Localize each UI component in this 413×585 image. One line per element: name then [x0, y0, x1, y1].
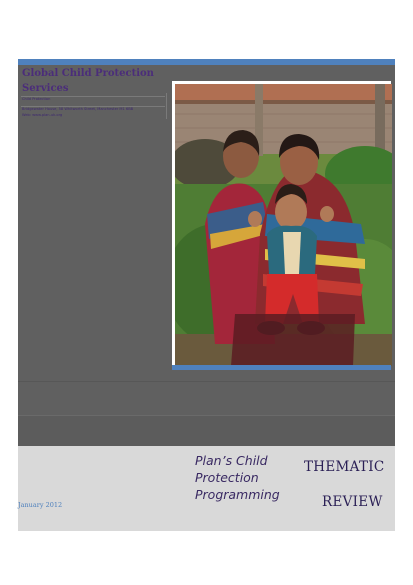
report-cover: Global Child Protection Services Child P…	[18, 59, 395, 531]
gray-band	[18, 381, 395, 416]
publication-date: January 2012	[18, 501, 63, 509]
contact-address: Bridgewater House, 58 Whitworth Street, …	[22, 107, 134, 111]
organization-name: Global Child Protection Services	[22, 68, 154, 94]
title-block: January 2012 Plan’s Child Protection Pro…	[18, 446, 395, 531]
photo-panel	[170, 65, 395, 381]
gray-band	[18, 415, 395, 447]
photo-accent-bar	[172, 365, 391, 370]
review-label: REVIEW	[322, 494, 383, 510]
family-photo-illustration	[175, 84, 392, 366]
contact-line: Child Protection	[22, 97, 51, 101]
program-title: Plan’s Child Protection Programming	[195, 453, 280, 502]
cover-photo	[175, 84, 392, 366]
left-info-panel: Global Child Protection Services Child P…	[18, 65, 170, 381]
divider-vertical	[166, 93, 167, 119]
contact-web: Web: www.plan-uk.org	[22, 113, 63, 117]
photo-frame	[172, 81, 392, 366]
thematic-label: THEMATIC	[304, 459, 385, 475]
